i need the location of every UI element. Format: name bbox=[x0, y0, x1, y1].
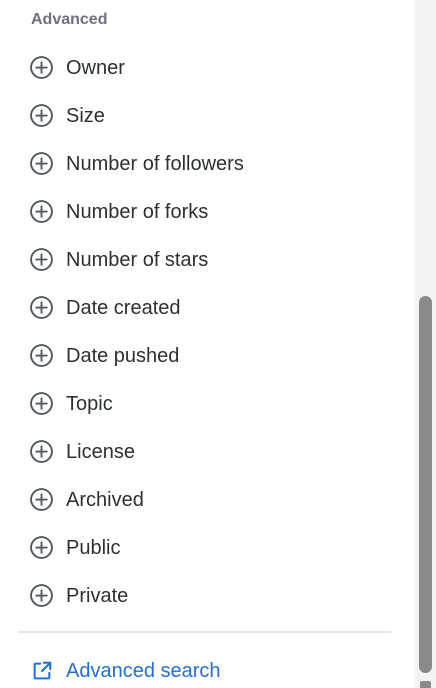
plus-circle-icon bbox=[29, 199, 54, 224]
plus-circle-icon bbox=[29, 247, 54, 272]
filter-item-owner[interactable]: Owner bbox=[0, 44, 415, 92]
plus-circle-icon bbox=[29, 583, 54, 608]
plus-circle-icon bbox=[29, 535, 54, 560]
plus-circle-icon bbox=[29, 55, 54, 80]
filter-item-public[interactable]: Public bbox=[0, 524, 415, 572]
external-link-icon bbox=[31, 660, 53, 682]
section-heading: Advanced bbox=[31, 11, 108, 28]
filter-item-number-of-followers[interactable]: Number of followers bbox=[0, 140, 415, 188]
filter-label: Number of forks bbox=[66, 201, 209, 223]
advanced-filters-panel: Advanced Owner Size Number of followers … bbox=[0, 0, 415, 688]
advanced-search-label: Advanced search bbox=[66, 660, 221, 682]
filter-label: Date pushed bbox=[66, 345, 180, 367]
filter-label: Date created bbox=[66, 297, 181, 319]
divider bbox=[18, 631, 391, 633]
filter-item-number-of-stars[interactable]: Number of stars bbox=[0, 236, 415, 284]
filter-label: Number of followers bbox=[66, 153, 244, 175]
filter-list: Owner Size Number of followers Number of… bbox=[0, 44, 415, 620]
plus-circle-icon bbox=[29, 343, 54, 368]
filter-label: License bbox=[66, 441, 135, 463]
filter-label: Number of stars bbox=[66, 249, 209, 271]
filter-label: Public bbox=[66, 537, 121, 559]
filter-item-size[interactable]: Size bbox=[0, 92, 415, 140]
filter-item-date-pushed[interactable]: Date pushed bbox=[0, 332, 415, 380]
filter-label: Owner bbox=[66, 57, 125, 79]
plus-circle-icon bbox=[29, 103, 54, 128]
plus-circle-icon bbox=[29, 391, 54, 416]
plus-circle-icon bbox=[29, 295, 54, 320]
scrollbar-thumb[interactable] bbox=[419, 296, 432, 673]
filter-item-date-created[interactable]: Date created bbox=[0, 284, 415, 332]
filter-item-archived[interactable]: Archived bbox=[0, 476, 415, 524]
filter-item-number-of-forks[interactable]: Number of forks bbox=[0, 188, 415, 236]
filter-label: Size bbox=[66, 105, 105, 127]
advanced-search-link[interactable]: Advanced search bbox=[31, 656, 221, 686]
plus-circle-icon bbox=[29, 439, 54, 464]
filter-label: Private bbox=[66, 585, 129, 607]
plus-circle-icon bbox=[29, 487, 54, 512]
plus-circle-icon bbox=[29, 151, 54, 176]
filter-label: Topic bbox=[66, 393, 113, 415]
filter-item-private[interactable]: Private bbox=[0, 572, 415, 620]
filter-item-license[interactable]: License bbox=[0, 428, 415, 476]
scroll-down-arrow-icon[interactable] bbox=[420, 681, 431, 688]
filter-label: Archived bbox=[66, 489, 144, 511]
filter-item-topic[interactable]: Topic bbox=[0, 380, 415, 428]
